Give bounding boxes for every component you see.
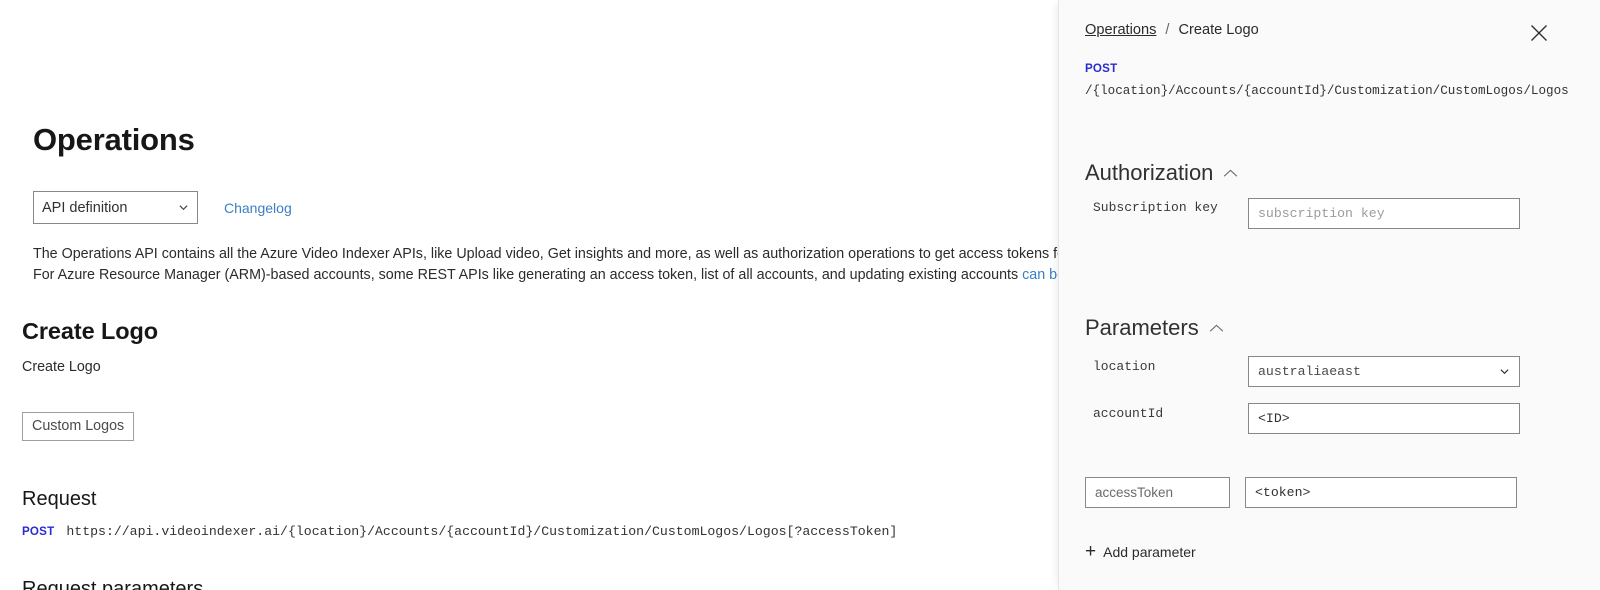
custom-parameter-row <box>1085 477 1517 508</box>
page-root: Operations API definition Changelog The … <box>0 0 1600 590</box>
accountid-parameter-label: accountId <box>1093 406 1164 421</box>
request-url: https://api.videoindexer.ai/{location}/A… <box>66 524 898 539</box>
operation-subtitle: Create Logo <box>22 359 101 375</box>
breadcrumb-separator: / <box>1165 22 1170 38</box>
plus-icon: + <box>1085 541 1097 562</box>
try-it-panel: Operations / Create Logo POST /{location… <box>1058 0 1600 590</box>
api-description: The Operations API contains all the Azur… <box>33 244 1058 286</box>
panel-endpoint-path: /{location}/Accounts/{accountId}/Customi… <box>1085 84 1569 98</box>
add-parameter-button[interactable]: + Add parameter <box>1085 541 1196 562</box>
location-select-wrap[interactable]: australiaeast <box>1248 356 1520 387</box>
authorization-section-title: Authorization <box>1085 160 1214 185</box>
close-icon[interactable] <box>1530 24 1548 42</box>
chevron-up-icon[interactable] <box>1223 169 1238 178</box>
authorization-section-header[interactable]: Authorization <box>1085 160 1238 186</box>
location-parameter-label: location <box>1093 359 1156 374</box>
accountid-input[interactable] <box>1248 403 1520 434</box>
api-definition-select-wrap[interactable]: API definition <box>33 191 198 224</box>
arm-docs-link[interactable]: can be foun <box>1022 267 1058 283</box>
api-description-line-1: The Operations API contains all the Azur… <box>33 246 1058 262</box>
parameters-section-header[interactable]: Parameters <box>1085 315 1224 341</box>
breadcrumb: Operations / Create Logo <box>1085 22 1259 38</box>
request-parameters-heading: Request parameters <box>22 578 204 590</box>
documentation-content: Operations API definition Changelog The … <box>0 0 1058 590</box>
subscription-key-input[interactable] <box>1248 198 1520 229</box>
api-definition-select[interactable]: API definition <box>33 191 198 224</box>
api-definition-row: API definition Changelog <box>33 191 292 224</box>
operation-title: Create Logo <box>22 318 158 344</box>
location-parameter-row: location australiaeast <box>1093 356 1520 387</box>
request-heading: Request <box>22 488 97 510</box>
location-select[interactable]: australiaeast <box>1248 356 1520 387</box>
subscription-key-row: Subscription key <box>1093 198 1520 229</box>
page-title: Operations <box>33 122 195 157</box>
accountid-parameter-row: accountId <box>1093 403 1520 434</box>
panel-method-badge: POST <box>1085 62 1118 75</box>
custom-logos-tag-button[interactable]: Custom Logos <box>22 412 135 441</box>
changelog-link[interactable]: Changelog <box>224 200 292 216</box>
chevron-up-icon[interactable] <box>1209 324 1224 333</box>
breadcrumb-current: Create Logo <box>1178 22 1259 38</box>
parameters-section-title: Parameters <box>1085 315 1199 340</box>
request-method-badge: POST <box>22 525 55 538</box>
api-description-line-2-text: For Azure Resource Manager (ARM)-based a… <box>33 267 1023 283</box>
request-line: POST https://api.videoindexer.ai/{locatio… <box>22 524 897 539</box>
subscription-key-label: Subscription key <box>1093 200 1218 215</box>
api-description-line-2: For Azure Resource Manager (ARM)-based a… <box>33 265 1058 286</box>
custom-parameter-name-input[interactable] <box>1085 477 1230 508</box>
add-parameter-label: Add parameter <box>1103 544 1196 560</box>
breadcrumb-operations-link[interactable]: Operations <box>1085 22 1156 38</box>
custom-parameter-value-input[interactable] <box>1245 477 1517 508</box>
